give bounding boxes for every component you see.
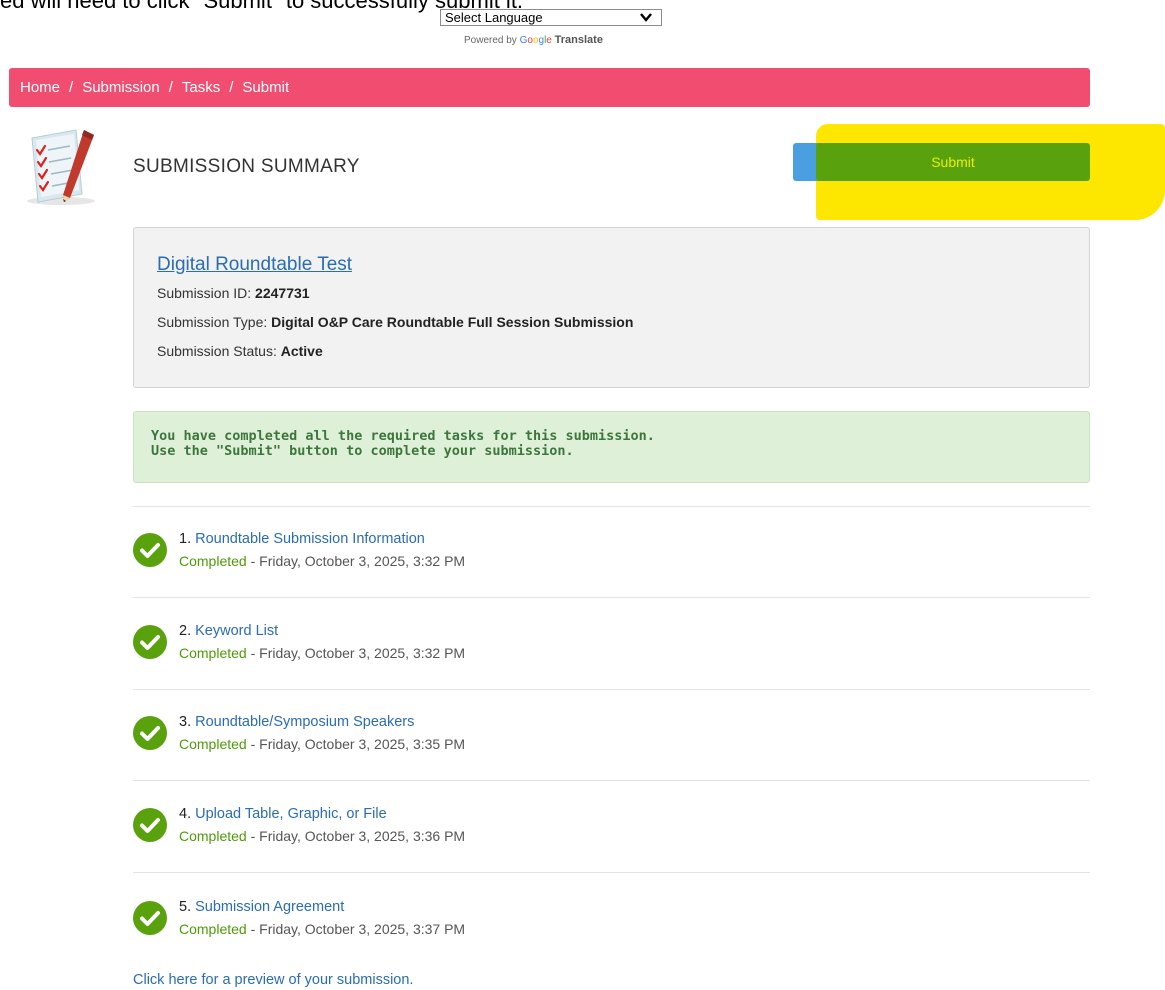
task-title-link[interactable]: 3. Roundtable/Symposium Speakers [179,714,414,730]
submission-type-label: Submission Type: [157,314,268,330]
breadcrumb-submission[interactable]: Submission [82,79,160,96]
task-number: 5. [179,899,192,915]
task-number: 3. [179,714,192,730]
submission-status-value: Active [280,343,323,359]
completion-notice-line2: Use the "Submit" button to complete your… [151,443,574,459]
task-title-link[interactable]: 2. Keyword List [179,623,278,639]
submission-status-label: Submission Status: [157,343,277,359]
check-circle-icon [133,625,167,659]
task-title-link[interactable]: 5. Submission Agreement [179,899,344,915]
task-status: Completed - Friday, October 3, 2025, 3:3… [179,553,465,569]
task-status-label: Completed [179,736,247,752]
checklist-pencil-icon [27,129,95,205]
task-title-link[interactable]: 1. Roundtable Submission Information [179,531,425,547]
task-number: 1. [179,531,192,547]
task-title: Roundtable/Symposium Speakers [195,714,415,730]
check-circle-icon [133,533,167,567]
submission-status: Submission Status: Active [157,343,323,359]
language-select-label: Select Language [445,10,543,25]
task-timestamp: - Friday, October 3, 2025, 3:32 PM [246,645,466,661]
language-select[interactable]: Select Language [440,9,662,26]
task-item: 5. Submission Agreement Completed - Frid… [133,899,1090,947]
breadcrumb-tasks[interactable]: Tasks [182,79,220,96]
page-title: SUBMISSION SUMMARY [133,156,360,177]
task-title: Keyword List [195,623,279,639]
breadcrumb: Home / Submission / Tasks / Submit [9,68,1090,107]
completion-notice: You have completed all the required task… [133,411,1090,483]
submission-info-panel: Digital Roundtable Test Submission ID: 2… [133,227,1090,388]
divider [133,689,1090,690]
chevron-down-icon [640,13,652,22]
submission-id-value: 2247731 [255,285,310,301]
task-timestamp: - Friday, October 3, 2025, 3:36 PM [246,828,466,844]
powered-by-label: Powered by [464,35,517,46]
task-status: Completed - Friday, October 3, 2025, 3:3… [179,736,465,752]
breadcrumb-home[interactable]: Home [20,79,60,96]
submission-title-link[interactable]: Digital Roundtable Test [157,254,352,276]
preview-submission-link[interactable]: Click here for a preview of your submiss… [133,972,413,988]
task-status-label: Completed [179,828,247,844]
check-circle-icon [133,901,167,935]
task-item: 3. Roundtable/Symposium Speakers Complet… [133,714,1090,762]
divider [133,597,1090,598]
task-title: Submission Agreement [195,899,345,915]
task-title: Upload Table, Graphic, or File [195,806,387,822]
task-status: Completed - Friday, October 3, 2025, 3:3… [179,828,465,844]
divider [133,506,1090,507]
submission-type: Submission Type: Digital O&P Care Roundt… [157,314,633,330]
task-status: Completed - Friday, October 3, 2025, 3:3… [179,921,465,937]
task-item: 4. Upload Table, Graphic, or File Comple… [133,806,1090,854]
translate-label: Translate [554,34,603,46]
check-circle-icon [133,716,167,750]
task-status-label: Completed [179,645,247,661]
task-number: 2. [179,623,192,639]
task-timestamp: - Friday, October 3, 2025, 3:32 PM [246,553,466,569]
breadcrumb-separator: / [229,79,234,96]
submission-id-label: Submission ID: [157,285,252,301]
completion-notice-line1: You have completed all the required task… [151,428,655,444]
submission-type-value: Digital O&P Care Roundtable Full Session… [271,314,634,330]
google-logo-letter: e [546,35,552,46]
breadcrumb-submit: Submit [242,79,290,96]
task-status-label: Completed [179,553,247,569]
task-status: Completed - Friday, October 3, 2025, 3:3… [179,645,465,661]
task-timestamp: - Friday, October 3, 2025, 3:37 PM [246,921,466,937]
task-status-label: Completed [179,921,247,937]
google-logo: Google [520,35,552,46]
powered-by-google-translate[interactable]: Powered by Google Translate [464,34,603,46]
divider [133,872,1090,873]
submit-button[interactable]: Submit [816,143,1090,181]
task-item: 2. Keyword List Completed - Friday, Octo… [133,623,1090,671]
task-timestamp: - Friday, October 3, 2025, 3:35 PM [246,736,466,752]
breadcrumb-separator: / [69,79,74,96]
check-circle-icon [133,808,167,842]
submission-id: Submission ID: 2247731 [157,285,310,301]
task-title-link[interactable]: 4. Upload Table, Graphic, or File [179,806,387,822]
task-title: Roundtable Submission Information [195,531,425,547]
task-item: 1. Roundtable Submission Information Com… [133,531,1090,579]
breadcrumb-separator: / [168,79,173,96]
task-number: 4. [179,806,192,822]
divider [133,780,1090,781]
